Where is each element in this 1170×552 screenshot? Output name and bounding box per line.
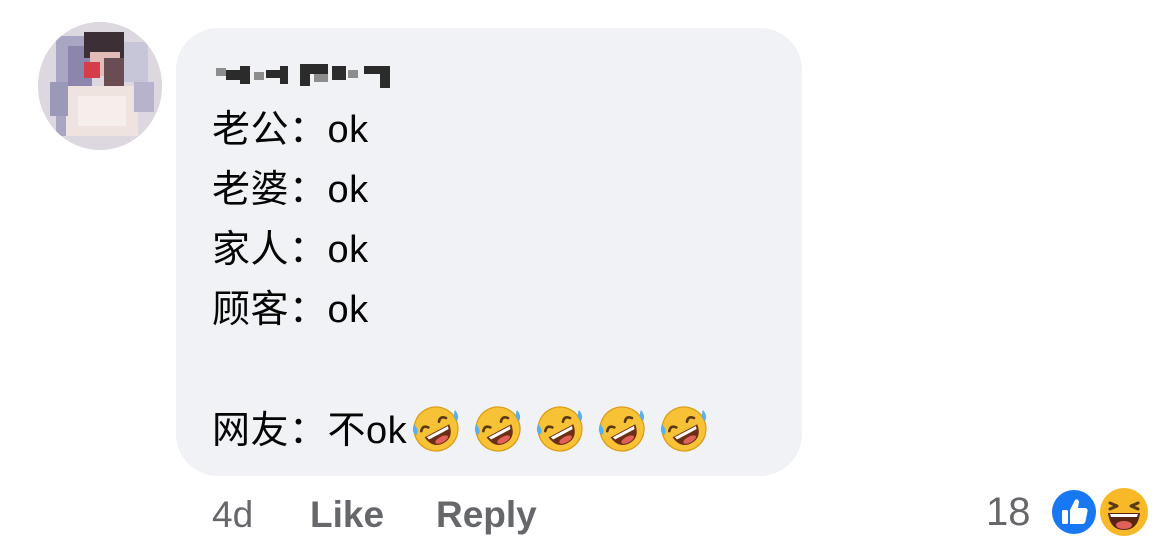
comment-line-last: 网友：不ok [212, 406, 709, 458]
comment-line-text: 网友：不ok [212, 410, 408, 453]
comment-line: 老公：ok [212, 109, 369, 151]
rofl-emoji [475, 406, 521, 452]
commenter-name[interactable] [214, 60, 404, 88]
comment-line: 老婆：ok [212, 169, 369, 211]
avatar[interactable] [38, 22, 162, 150]
rofl-emoji [599, 406, 645, 452]
reaction-count[interactable]: 18 [986, 490, 1031, 535]
rofl-emoji [661, 406, 707, 452]
reply-button[interactable]: Reply [436, 494, 537, 536]
haha-reaction-icon[interactable] [1096, 484, 1152, 540]
like-button[interactable]: Like [310, 494, 384, 536]
comment-line: 家人：ok [212, 229, 369, 271]
rofl-emoji [537, 406, 583, 452]
comment: 老公：ok 老婆：ok 家人：ok 顾客：ok 网友：不ok 4d Like R… [0, 0, 1170, 552]
like-reaction-icon[interactable] [1048, 486, 1100, 538]
comment-line: 顾客：ok [212, 289, 369, 331]
timestamp-link[interactable]: 4d [212, 494, 253, 536]
rofl-emoji [413, 406, 459, 452]
